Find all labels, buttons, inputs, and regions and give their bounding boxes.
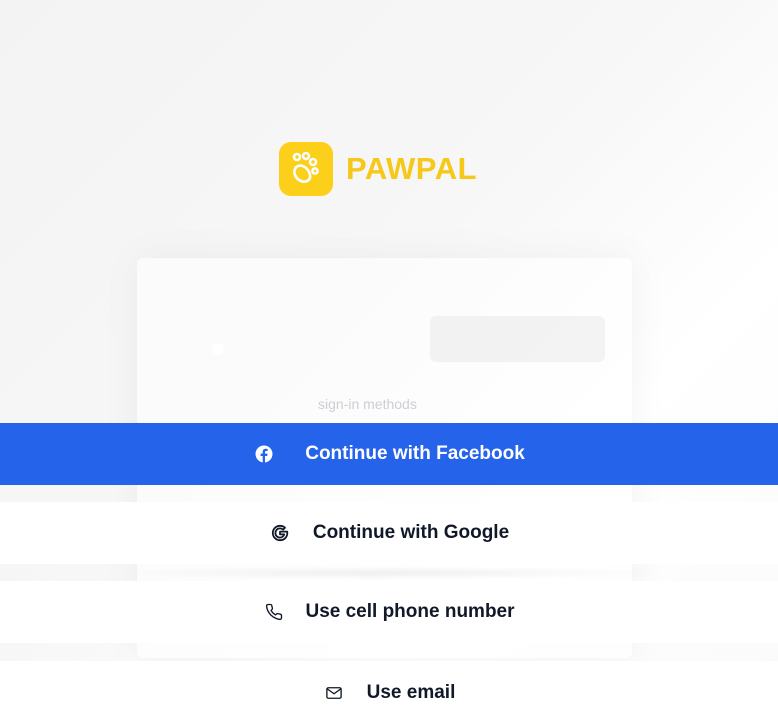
continue-facebook-button[interactable]: Continue with Facebook — [0, 423, 778, 485]
use-phone-button[interactable]: Use cell phone number — [0, 581, 778, 643]
google-icon — [269, 522, 291, 544]
mail-icon — [323, 682, 345, 704]
use-phone-label: Use cell phone number — [305, 601, 515, 622]
continue-google-label: Continue with Google — [312, 522, 510, 543]
use-email-label: Use email — [366, 682, 456, 703]
paw-icon — [279, 142, 333, 196]
brand-logo: PAWPAL — [279, 142, 477, 196]
continue-google-button[interactable]: Continue with Google — [0, 502, 778, 564]
facebook-icon — [253, 443, 275, 465]
brand-name: PAWPAL — [346, 151, 478, 186]
section-shadow — [110, 566, 670, 580]
use-email-button[interactable]: Use email — [0, 661, 778, 711]
background-methods-text: sign-in methods — [318, 396, 417, 412]
background-button — [430, 316, 605, 362]
background-radio — [212, 343, 224, 355]
phone-icon — [263, 601, 285, 623]
continue-facebook-label: Continue with Facebook — [305, 443, 525, 464]
